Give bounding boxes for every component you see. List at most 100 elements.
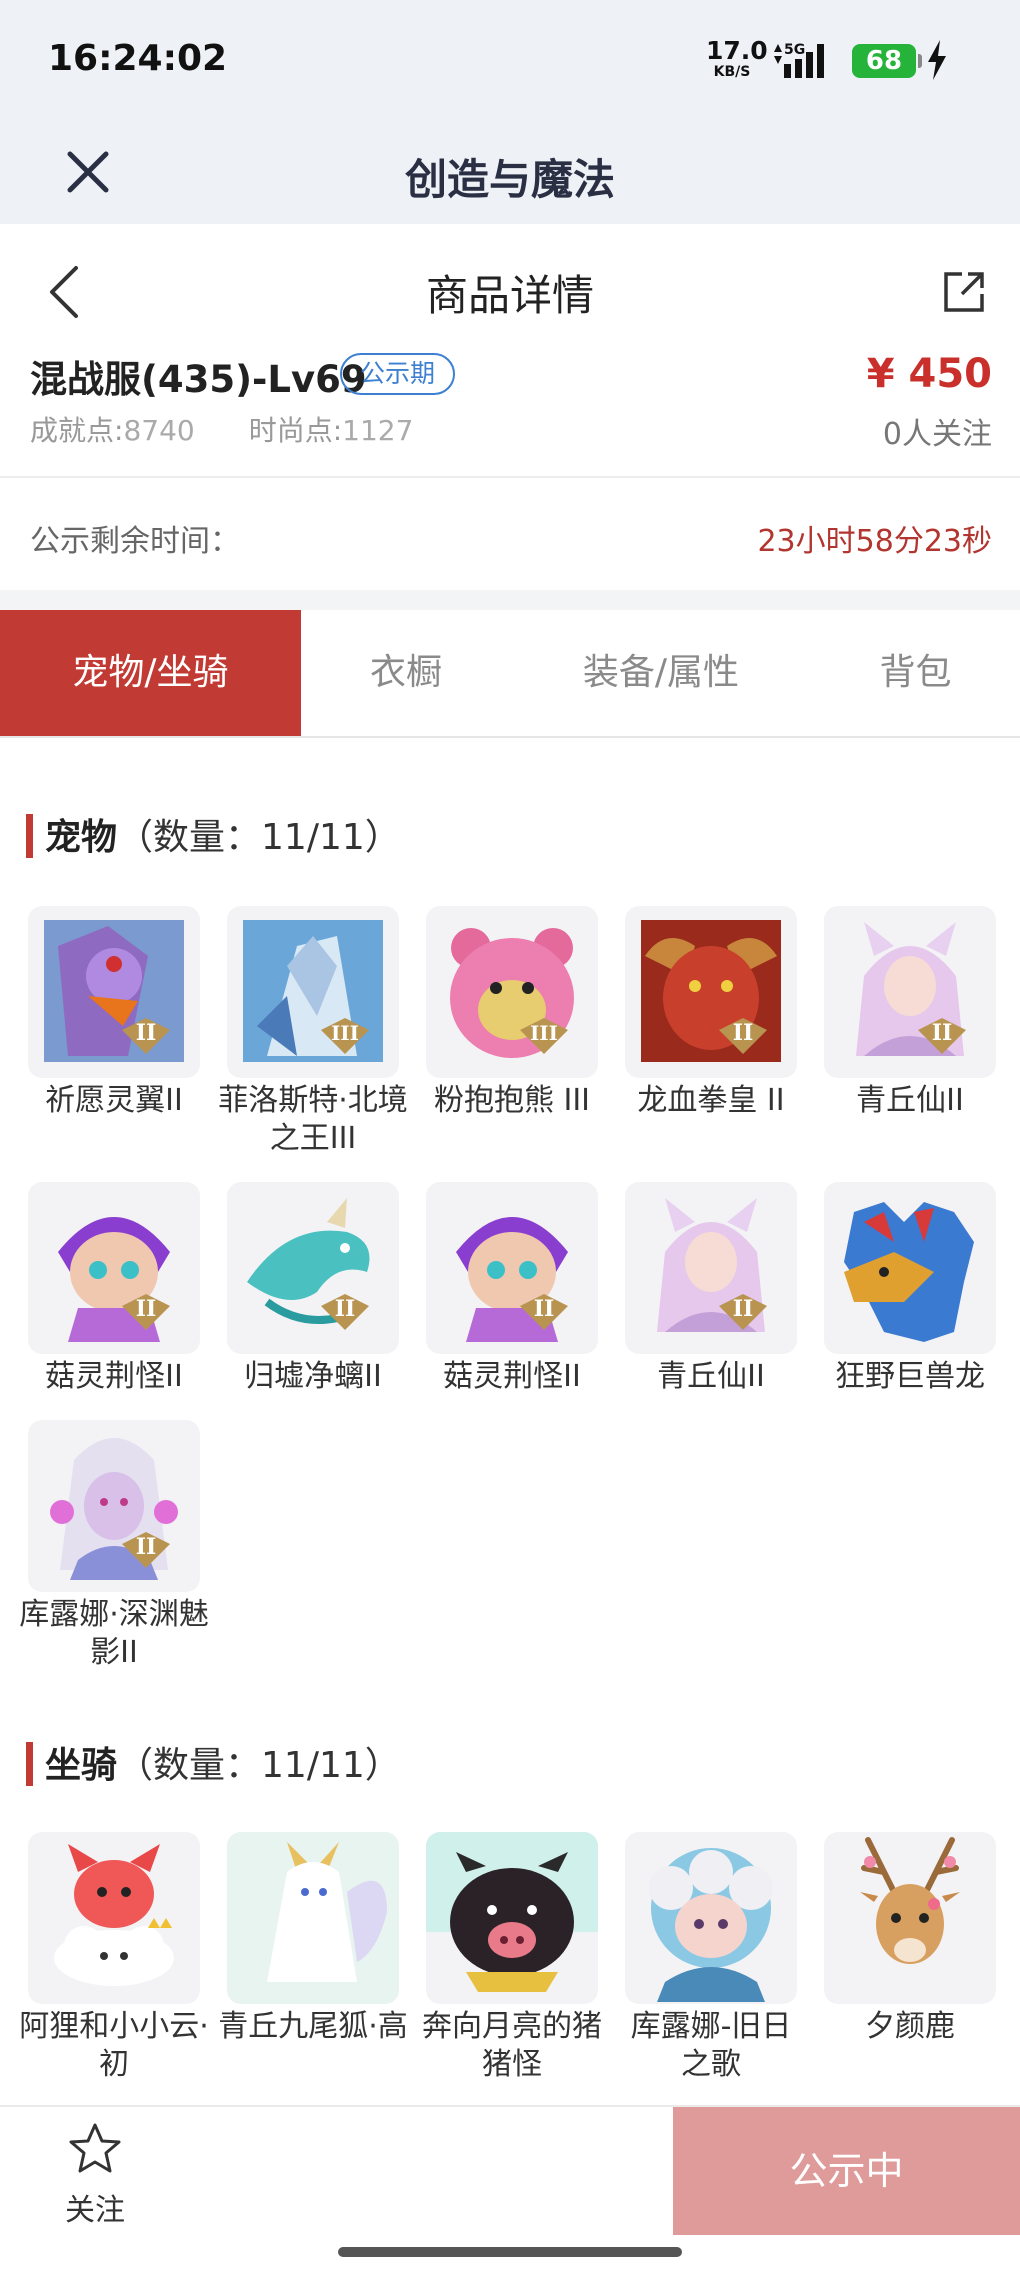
- product-stats: 成就点:8740 时尚点:1127: [30, 409, 413, 449]
- mount-item[interactable]: 夕颜鹿: [824, 1832, 996, 2046]
- mount-avatar: [824, 1832, 996, 2004]
- follow-label: 关注: [65, 2193, 125, 2228]
- mounts-count: （数量：11/11）: [117, 1745, 401, 1786]
- page-title: 商品详情: [425, 271, 594, 320]
- app-bar: 创造与魔法: [0, 120, 1020, 224]
- product-name: 混战服(435)-Lv69: [30, 358, 367, 401]
- pets-title: 宠物: [45, 817, 118, 858]
- share-icon[interactable]: [940, 268, 988, 316]
- pet-item[interactable]: II 青丘仙II: [625, 1182, 797, 1396]
- pets-count: （数量：11/11）: [117, 817, 401, 858]
- svg-text:5G: 5G: [784, 42, 805, 58]
- pet-name: 菇灵荆怪II: [443, 1359, 581, 1394]
- pet-avatar: II: [625, 1182, 797, 1354]
- network-speed-value: 17.0: [706, 36, 768, 65]
- pet-avatar: II: [824, 906, 996, 1078]
- pet-avatar: III: [227, 906, 399, 1078]
- pet-name: 归墟净螭II: [244, 1359, 382, 1394]
- nav-bar: 商品详情: [0, 224, 1020, 354]
- mount-item[interactable]: 青丘九尾狐·高: [218, 1832, 408, 2046]
- svg-text:II: II: [932, 1020, 953, 1046]
- app-title: 创造与魔法: [404, 155, 615, 204]
- mount-name: 库露娜-旧日之歌: [630, 2009, 792, 2082]
- pet-avatar: II: [28, 1420, 200, 1592]
- pet-avatar: II: [625, 906, 797, 1078]
- pet-item[interactable]: II 库露娜·深渊魅影II: [19, 1420, 209, 1672]
- pet-name: 粉抱抱熊 III: [433, 1083, 591, 1118]
- pet-avatar: II: [227, 1182, 399, 1354]
- mount-name: 奔向月亮的猪猪怪: [422, 2009, 602, 2082]
- pet-item[interactable]: 狂野巨兽龙: [824, 1182, 996, 1396]
- home-indicator[interactable]: [338, 2247, 682, 2257]
- follower-count: 0人关注: [882, 417, 992, 452]
- pet-item[interactable]: II 龙血拳皇 II: [625, 906, 797, 1120]
- mounts-title: 坐骑: [45, 1745, 118, 1786]
- status-time: 16:24:02: [48, 38, 228, 79]
- battery-level: 68: [852, 44, 922, 78]
- svg-text:II: II: [335, 1296, 356, 1322]
- status-badge: 公示期: [340, 353, 456, 395]
- countdown-value: 23小时58分23秒: [757, 524, 992, 559]
- network-speed-unit: KB/S: [713, 64, 751, 80]
- mount-avatar: [426, 1832, 598, 2004]
- mounts-section-title: 坐骑（数量：11/11）: [26, 1736, 401, 1788]
- pet-avatar: II: [426, 1182, 598, 1354]
- pet-name: 青丘仙II: [657, 1359, 765, 1394]
- svg-text:III: III: [331, 1021, 359, 1045]
- network-speed: 17.0 KB/S: [706, 36, 768, 80]
- follow-button[interactable]: 关注: [40, 2121, 150, 2241]
- pets-section-title: 宠物（数量：11/11）: [26, 808, 401, 860]
- countdown-row: 公示剩余时间： 23小时58分23秒: [0, 478, 1020, 590]
- charging-bolt-icon: [928, 40, 946, 80]
- pet-item[interactable]: III 粉抱抱熊 III: [426, 906, 598, 1120]
- mount-item[interactable]: 库露娜-旧日之歌: [625, 1832, 797, 2084]
- svg-text:II: II: [733, 1020, 754, 1046]
- svg-text:II: II: [136, 1296, 157, 1322]
- svg-text:III: III: [530, 1021, 558, 1045]
- pet-name: 菇灵荆怪II: [45, 1359, 183, 1394]
- achievement-label: 成就点:: [30, 414, 124, 447]
- mount-name: 夕颜鹿: [865, 2009, 955, 2044]
- pet-item[interactable]: II 菇灵荆怪II: [28, 1182, 200, 1396]
- section-gap: [0, 590, 1020, 610]
- mount-item[interactable]: 阿狸和小小云·初: [19, 1832, 209, 2084]
- pet-item[interactable]: II 青丘仙II: [824, 906, 996, 1120]
- pet-name: 青丘仙II: [856, 1083, 964, 1118]
- mount-name: 阿狸和小小云·初: [19, 2009, 209, 2082]
- svg-text:II: II: [136, 1020, 157, 1046]
- mount-avatar: [28, 1832, 200, 2004]
- status-bar: 16:24:02 17.0 KB/S 5G 68: [0, 0, 1020, 120]
- pet-avatar: III: [426, 906, 598, 1078]
- tab-wardrobe[interactable]: 衣橱: [301, 610, 511, 736]
- svg-text:II: II: [136, 1534, 157, 1560]
- tab-pets-mounts[interactable]: 宠物/坐骑: [0, 610, 301, 736]
- public-status-button[interactable]: 公示中: [673, 2107, 1020, 2235]
- pet-name: 库露娜·深渊魅影II: [19, 1597, 209, 1670]
- pet-avatar: II: [28, 906, 200, 1078]
- mount-avatar: [625, 1832, 797, 2004]
- star-icon: [69, 2123, 121, 2173]
- countdown-label: 公示剩余时间：: [30, 524, 240, 559]
- mount-item[interactable]: 奔向月亮的猪猪怪: [422, 1832, 602, 2084]
- pet-name: 狂野巨兽龙: [835, 1359, 985, 1394]
- achievement-value: 8740: [123, 414, 195, 447]
- pet-name: 菲洛斯特·北境之王III: [218, 1083, 408, 1156]
- pet-item[interactable]: II 归墟净螭II: [227, 1182, 399, 1396]
- svg-text:II: II: [733, 1296, 754, 1322]
- fashion-value: 1127: [342, 414, 414, 447]
- pet-name: 祈愿灵翼II: [45, 1083, 183, 1118]
- tab-equipment[interactable]: 装备/属性: [511, 610, 811, 736]
- pet-name: 龙血拳皇 II: [637, 1083, 785, 1118]
- mount-name: 青丘九尾狐·高: [218, 2009, 408, 2044]
- fashion-label: 时尚点:: [248, 414, 343, 447]
- svg-text:II: II: [534, 1296, 555, 1322]
- product-price: ¥ 450: [866, 351, 992, 397]
- pet-item[interactable]: II 菇灵荆怪II: [426, 1182, 598, 1396]
- pet-avatar: [824, 1182, 996, 1354]
- pet-item[interactable]: III 菲洛斯特·北境之王III: [218, 906, 408, 1158]
- tab-backpack[interactable]: 背包: [811, 610, 1020, 736]
- category-tabs: 宠物/坐骑 衣橱 装备/属性 背包: [0, 610, 1020, 738]
- mount-avatar: [227, 1832, 399, 2004]
- signal-5g-icon: 5G: [774, 42, 824, 78]
- pet-item[interactable]: II 祈愿灵翼II: [28, 906, 200, 1120]
